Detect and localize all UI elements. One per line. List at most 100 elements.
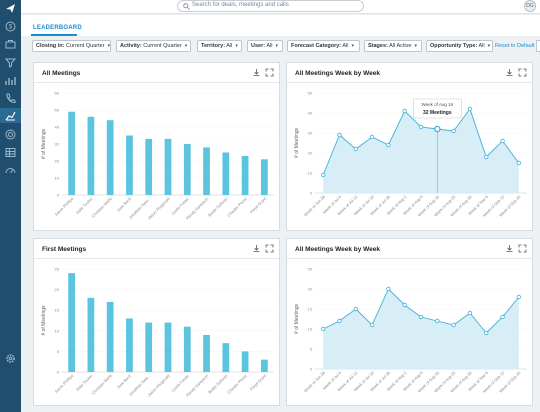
panel-first-meetings-week: All Meetings Week by Week 0 5 10 15 20 25 # of… — [286, 238, 533, 406]
data-point — [386, 142, 391, 148]
gauge-icon[interactable] — [4, 164, 17, 177]
tooltip: Week of Aug 16 32 Meetings — [413, 98, 462, 119]
x-tick-label: Christian Wells — [91, 373, 113, 395]
expand-icon[interactable] — [265, 68, 274, 77]
data-point — [386, 286, 391, 292]
bar — [126, 135, 133, 195]
table-icon[interactable] — [4, 146, 17, 159]
y-tick-label: 25 — [55, 267, 60, 272]
tab-leaderboard[interactable]: LEADERBOARD — [33, 25, 82, 31]
y-tick-label: 40 — [55, 125, 60, 130]
briefcase-icon[interactable] — [4, 38, 17, 51]
download-icon[interactable] — [252, 244, 261, 253]
bar — [145, 322, 153, 372]
bar — [241, 155, 249, 195]
filter-activity[interactable]: Activity: Current Quarter ▾ — [116, 40, 191, 52]
data-point — [467, 310, 473, 316]
expand-icon[interactable] — [518, 244, 527, 253]
x-tick-label: Aaron Phillips — [54, 373, 75, 394]
filter-label: Opportunity Type — [430, 43, 476, 49]
data-point — [467, 106, 473, 112]
data-point — [337, 132, 342, 138]
y-tick-label: 15 — [55, 308, 60, 313]
logo-icon[interactable] — [4, 2, 17, 15]
x-tick-label: Aaron Phillips — [54, 196, 75, 217]
y-tick-label: 60 — [55, 91, 60, 96]
filter-value: Current Quarter — [65, 43, 105, 49]
search-icon — [183, 3, 190, 10]
all-meetings-bar-chart: 0 10 20 30 40 50 60 # of Meetings Aaron Phillips… — [41, 91, 274, 221]
data-point — [320, 326, 326, 332]
bar — [106, 301, 114, 372]
download-icon[interactable] — [252, 68, 261, 77]
filter-user[interactable]: User: All ▾ — [247, 40, 283, 52]
filter-value: All Active — [389, 43, 412, 49]
sidebar: $ — [0, 0, 21, 412]
bar — [241, 351, 249, 372]
leaderboard-icon[interactable] — [0, 108, 21, 123]
x-tick-label: Chester Perez — [226, 196, 248, 218]
avatar[interactable]: DG — [524, 0, 536, 12]
chevron-down-icon: ▾ — [235, 43, 238, 49]
data-point — [434, 125, 441, 133]
bar — [106, 120, 114, 195]
filter-forecast-category[interactable]: Forecast Category: All ▾ — [287, 40, 360, 52]
reset-to-default-link[interactable]: Reset to Default — [495, 43, 534, 49]
bar — [145, 138, 153, 195]
bar — [164, 138, 172, 195]
y-tick-label: 50 — [308, 91, 313, 96]
y-axis-label: # of Meetings — [294, 127, 300, 158]
data-point — [451, 128, 456, 134]
panel-title: All Meetings Week by Week — [295, 70, 381, 77]
download-icon[interactable] — [505, 244, 514, 253]
expand-icon[interactable] — [265, 244, 274, 253]
y-tick-label: 15 — [308, 307, 313, 312]
bar — [260, 159, 268, 195]
filter-label: Forecast Category — [291, 43, 340, 49]
expand-icon[interactable] — [518, 68, 527, 77]
first-meetings-bar-chart: 0 5 10 15 20 25 # of Meetings Aaron Phillips Dal… — [41, 267, 274, 398]
chevron-down-icon: ▾ — [184, 43, 188, 49]
settings-icon[interactable] — [4, 352, 17, 365]
filter-overflow-button[interactable] — [536, 40, 540, 52]
x-tick-label: Curtis Foster — [170, 196, 190, 216]
svg-text:$: $ — [9, 25, 13, 31]
x-tick-label: Jose Beck — [116, 196, 133, 213]
search-input[interactable]: Search for deals, meetings and calls — [177, 0, 364, 12]
filter-label: User — [251, 43, 264, 49]
dollar-icon[interactable]: $ — [4, 20, 17, 33]
data-point — [337, 318, 342, 324]
filter-value: Current Quarter — [143, 43, 182, 49]
phone-icon[interactable] — [4, 92, 17, 105]
data-point — [418, 124, 424, 130]
download-icon[interactable] — [505, 68, 514, 77]
filter-icon[interactable] — [4, 56, 17, 69]
panel-first-meetings: First Meetings 0 5 10 15 20 25 # of Meetings Aa… — [33, 238, 280, 406]
panel-title: First Meetings — [42, 246, 87, 253]
bar — [87, 297, 95, 372]
y-tick-label: 5 — [57, 349, 60, 354]
panel-all-meetings-week: All Meetings Week by Week 0 10 20 30 40 50 # o… — [286, 62, 533, 231]
filter-territory[interactable]: Territory: All ▾ — [197, 40, 242, 52]
filter-closing-in[interactable]: Closing in: Current Quarter ▾ — [32, 40, 111, 52]
chevron-down-icon: ▾ — [351, 43, 355, 49]
bar-chart-icon[interactable] — [4, 74, 17, 87]
data-point — [320, 172, 326, 178]
tooltip-value: 32 Meetings — [423, 110, 452, 116]
data-point — [402, 302, 407, 308]
target-icon[interactable] — [4, 128, 17, 141]
y-tick-label: 0 — [57, 193, 60, 198]
data-point — [451, 322, 456, 328]
data-point — [484, 330, 489, 336]
y-tick-label: 25 — [308, 267, 313, 272]
tooltip-week: Week of Aug 16 — [421, 102, 453, 107]
top-bar: Search for deals, meetings and calls DG — [21, 0, 540, 14]
data-point — [418, 314, 424, 320]
y-tick-label: 20 — [55, 287, 60, 292]
filter-value: All — [342, 43, 349, 49]
filter-stages[interactable]: Stages: All Active ▾ — [364, 40, 422, 52]
y-tick-label: 10 — [308, 171, 313, 176]
bar — [68, 111, 76, 195]
bar — [183, 144, 191, 195]
filter-opportunity-type[interactable]: Opportunity Type: All ▾ — [426, 40, 493, 52]
